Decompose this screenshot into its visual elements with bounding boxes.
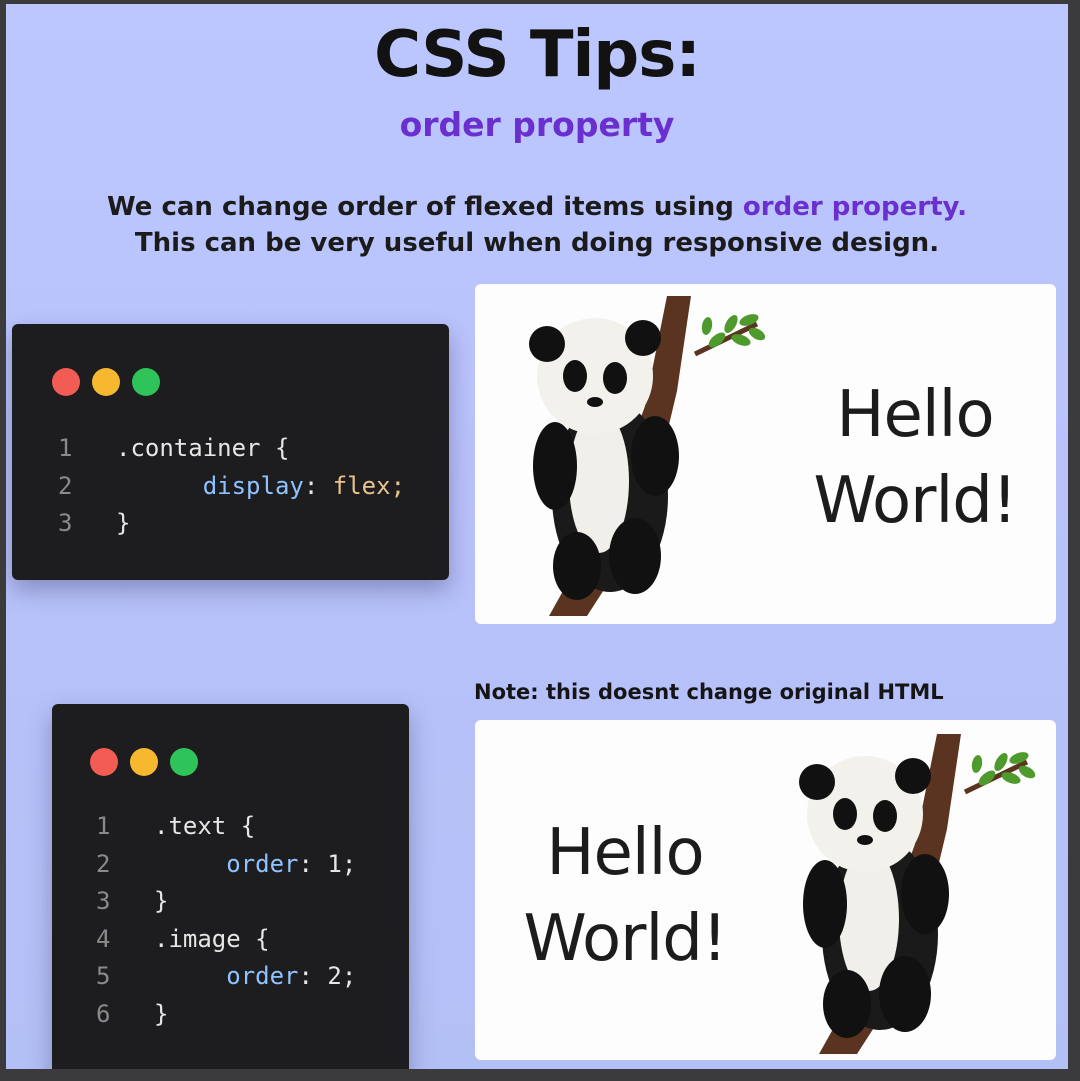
hello-line-2: World! xyxy=(813,464,1017,538)
code-line: 3 } xyxy=(58,509,405,547)
description-line-1: We can change order of flexed items usin… xyxy=(6,189,1068,225)
code-line: 5 order: 2; xyxy=(96,962,356,1000)
hello-line-1: Hello xyxy=(546,816,704,890)
css-value: flex; xyxy=(332,471,406,500)
code-window-container: 1 .container { 2 display: flex; 3 } xyxy=(12,324,449,580)
code-text: } xyxy=(116,509,131,537)
code-line: 6 } xyxy=(96,1000,356,1038)
line-number: 3 xyxy=(96,887,111,915)
line-number: 4 xyxy=(96,924,111,953)
line-number: 1 xyxy=(58,434,73,462)
line-number: 6 xyxy=(96,999,111,1028)
line-number: 2 xyxy=(58,471,73,500)
code-line: 4 .image { xyxy=(96,925,356,963)
hello-line-1: Hello xyxy=(836,378,994,452)
result-card-default: Hello World! xyxy=(475,284,1056,624)
infographic: CSS Tips: order property We can change o… xyxy=(6,4,1068,1069)
code-lines: 1 .container { 2 display: flex; 3 } xyxy=(58,434,405,547)
hello-line-2: World! xyxy=(523,902,727,976)
window-controls xyxy=(90,748,198,776)
code-line: 1 .container { xyxy=(58,434,405,472)
code-text: .image { xyxy=(154,924,270,953)
code-line: 3 } xyxy=(96,887,356,925)
minimize-dot-icon xyxy=(92,368,120,396)
css-property: order xyxy=(226,849,299,878)
code-line: 1 .text { xyxy=(96,812,356,850)
description-line-1-text: We can change order of flexed items usin… xyxy=(107,192,743,222)
css-property: display xyxy=(202,471,304,500)
code-text: } xyxy=(154,999,169,1028)
line-number: 3 xyxy=(58,509,73,537)
code-lines: 1 .text { 2 order: 1; 3 } 4 .image { 5 o… xyxy=(96,812,356,1037)
line-number: 2 xyxy=(96,849,111,878)
code-text: order: 2; xyxy=(226,962,357,990)
result-card-reordered: Hello World! xyxy=(475,720,1056,1060)
close-dot-icon xyxy=(90,748,118,776)
code-line: 2 order: 1; xyxy=(96,850,356,888)
page-subtitle: order property xyxy=(399,105,675,144)
code-text: .text { xyxy=(154,812,256,840)
hello-world-text: Hello World! xyxy=(775,372,1055,544)
hello-world-text: Hello World! xyxy=(485,810,765,982)
note-text: Note: this doesnt change original HTML xyxy=(474,680,944,704)
page-title: CSS Tips: xyxy=(374,18,701,92)
code-text: } xyxy=(154,887,169,915)
description-highlight: order property. xyxy=(742,192,967,222)
css-property: order xyxy=(226,962,299,990)
css-value: 1; xyxy=(327,849,357,878)
css-value: 2; xyxy=(327,962,357,990)
code-window-order: 1 .text { 2 order: 1; 3 } 4 .image { 5 o… xyxy=(52,704,409,1069)
code-text: order: 1; xyxy=(226,849,357,878)
code-text: display: flex; xyxy=(202,471,406,500)
code-text: .container { xyxy=(116,434,290,462)
line-number: 5 xyxy=(96,962,111,990)
description: We can change order of flexed items usin… xyxy=(6,189,1068,261)
window-controls xyxy=(52,368,160,396)
maximize-dot-icon xyxy=(170,748,198,776)
code-line: 2 display: flex; xyxy=(58,472,405,510)
panda-on-tree-icon xyxy=(799,734,1035,1054)
description-line-2: This can be very useful when doing respo… xyxy=(134,228,940,258)
panda-on-tree-icon xyxy=(529,296,765,616)
maximize-dot-icon xyxy=(132,368,160,396)
close-dot-icon xyxy=(52,368,80,396)
line-number: 1 xyxy=(96,812,111,840)
minimize-dot-icon xyxy=(130,748,158,776)
